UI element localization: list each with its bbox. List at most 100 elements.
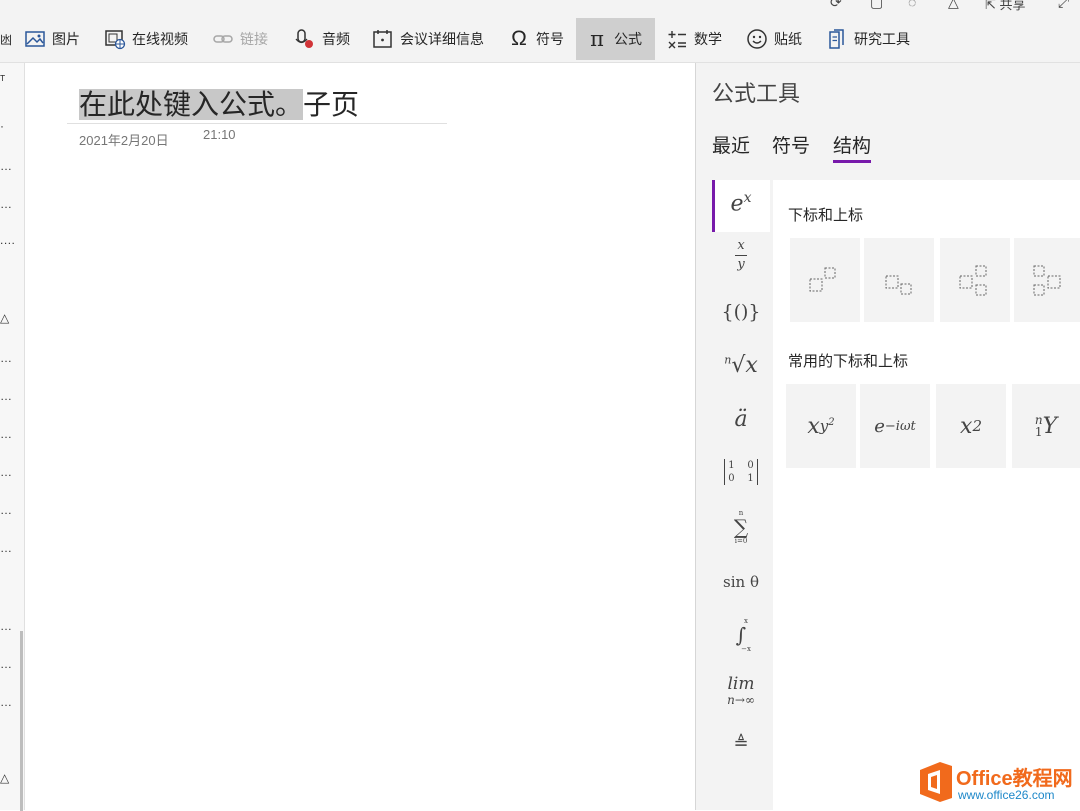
- fraction-denominator: y: [712, 258, 770, 272]
- common-script-e-iwt[interactable]: e−iωt: [860, 384, 930, 468]
- page-list-item[interactable]: …: [0, 465, 12, 479]
- page-list-item[interactable]: …: [0, 619, 12, 633]
- limit-text: lim: [712, 675, 770, 693]
- ribbon-link-label: 链接: [240, 29, 268, 49]
- page-list-item[interactable]: .…: [0, 233, 15, 247]
- ribbon-audio-button[interactable]: 音频: [294, 18, 350, 60]
- online-video-icon: [104, 28, 126, 50]
- page-list-item[interactable]: …: [0, 197, 12, 211]
- category-bracket[interactable]: {()}: [712, 301, 770, 331]
- page-list-item[interactable]: …: [0, 657, 12, 671]
- left-subsup-template-button[interactable]: [1014, 238, 1080, 322]
- picture-icon: [24, 28, 46, 50]
- page-list-item[interactable]: …: [0, 351, 12, 365]
- page-list-sidebar[interactable]: ᵀ · … … .… △ … … … … … … … … … △: [0, 63, 25, 810]
- ribbon-meeting-details-label: 会议详细信息: [400, 29, 484, 49]
- equation-placeholder[interactable]: 在此处键入公式。: [79, 89, 303, 120]
- page-list-item[interactable]: …: [0, 159, 12, 173]
- script-label: ex: [712, 190, 770, 216]
- ribbon-math-button[interactable]: 数学: [666, 18, 722, 60]
- common-script-x-y2[interactable]: xy2: [786, 384, 856, 468]
- note-canvas[interactable]: 在此处键入公式。子页 2021年2月20日 21:10: [25, 63, 695, 810]
- page-list-item[interactable]: ·: [0, 119, 4, 133]
- ribbon-equation-button[interactable]: π 公式: [576, 18, 655, 60]
- page-list-item[interactable]: …: [0, 427, 12, 441]
- category-accent[interactable]: ä: [712, 407, 770, 439]
- common-script-x2[interactable]: x2: [936, 384, 1006, 468]
- expand-icon[interactable]: ⤢: [1058, 0, 1069, 11]
- researcher-icon: [826, 28, 848, 50]
- section-title-sub-sup: 下标和上标: [788, 204, 863, 225]
- page-list-item[interactable]: …: [0, 541, 12, 555]
- superscript-template-icon: [790, 238, 860, 322]
- sort-icon[interactable]: ᵀ: [0, 73, 5, 87]
- common-script-n1Y[interactable]: n1Y: [1012, 384, 1080, 468]
- category-selected-marker: [712, 180, 715, 232]
- category-limit[interactable]: lim n→∞: [712, 675, 770, 715]
- category-fraction[interactable]: x y: [712, 239, 770, 283]
- ribbon-sticker-button[interactable]: 贴纸: [746, 18, 802, 60]
- matrix-cell: 1: [747, 473, 753, 484]
- category-integral[interactable]: x ∫ −x: [712, 617, 770, 657]
- page-list-item[interactable]: △: [0, 311, 9, 325]
- equation-tools-panel: 公式工具 最近 符号 结构 ex x y {()} n√x ä 1 0 0 1 …: [696, 63, 1080, 810]
- ribbon-picture-button[interactable]: 图片: [24, 18, 80, 60]
- watermark-name: Office教程网: [956, 762, 1073, 791]
- ribbon-online-video-button[interactable]: 在线视频: [104, 18, 188, 60]
- page-date: 2021年2月20日: [79, 130, 169, 149]
- category-radical[interactable]: n√x: [712, 353, 770, 387]
- category-script[interactable]: ex: [712, 180, 770, 232]
- title-bar-strip: ⟳ ▢ ◌ △ ⇱ 共享 ⤢: [0, 0, 1080, 16]
- category-large-operator[interactable]: n ∑ i=0: [712, 509, 770, 553]
- limit-subscript: n→∞: [712, 693, 770, 707]
- matrix-glyph: 1 0 0 1: [724, 459, 757, 485]
- ribbon-link-button[interactable]: 链接: [212, 18, 268, 60]
- category-function[interactable]: sin θ: [712, 573, 770, 597]
- ribbon-researcher-button[interactable]: 研究工具: [826, 18, 910, 60]
- tab-structures[interactable]: 结构: [833, 131, 871, 163]
- section-title-common: 常用的下标和上标: [788, 350, 908, 371]
- page-title[interactable]: 在此处键入公式。子页: [79, 83, 359, 123]
- expr-x2: x2: [936, 384, 1006, 468]
- panel-title: 公式工具: [712, 76, 800, 108]
- superscript-template-button[interactable]: [790, 238, 860, 322]
- ribbon-sticker-label: 贴纸: [774, 29, 802, 49]
- ribbon-symbol-button[interactable]: Ω 符号: [508, 18, 564, 60]
- subscript-template-icon: [864, 238, 934, 322]
- expr-base: x: [960, 414, 972, 439]
- copy-icon[interactable]: ▢: [870, 0, 883, 11]
- expr-sup: −iωt: [885, 419, 916, 434]
- watermark: Office教程网 www.office26.com: [912, 754, 1080, 810]
- page-list-item[interactable]: …: [0, 389, 12, 403]
- sticker-icon: [746, 28, 768, 50]
- sync-icon[interactable]: ⟳: [830, 0, 842, 11]
- matrix-cell: 0: [747, 460, 753, 471]
- share-label: 共享: [1000, 0, 1026, 12]
- expr-sub: y: [820, 417, 828, 435]
- lightbulb-icon[interactable]: ◌: [908, 0, 916, 10]
- tab-recent[interactable]: 最近: [712, 131, 750, 158]
- audio-icon: [294, 28, 316, 50]
- insert-ribbon: 凼 图片 在线视频 链接 音频 会议详细信息 Ω 符号 π 公式 数学 贴纸 研…: [0, 16, 1080, 63]
- subsup-template-button[interactable]: [940, 238, 1010, 322]
- bell-icon[interactable]: △: [948, 0, 959, 11]
- page-time: 21:10: [203, 127, 236, 142]
- meeting-details-icon: [372, 28, 394, 50]
- ribbon-researcher-label: 研究工具: [854, 29, 910, 49]
- ribbon-equation-label: 公式: [614, 29, 642, 49]
- category-matrix[interactable]: 1 0 0 1: [712, 459, 770, 495]
- ribbon-meeting-details-button[interactable]: 会议详细信息: [372, 18, 484, 60]
- page-list-item[interactable]: …: [0, 695, 12, 709]
- share-button[interactable]: ⇱ 共享: [985, 0, 1026, 13]
- category-operator[interactable]: ≜: [712, 733, 770, 761]
- expr-base: x: [807, 414, 819, 439]
- ribbon-picture-label: 图片: [52, 29, 80, 49]
- subscript-template-button[interactable]: [864, 238, 934, 322]
- page-title-text[interactable]: 子页: [303, 89, 359, 120]
- page-list-item[interactable]: …: [0, 503, 12, 517]
- page-list-scrollbar[interactable]: [20, 631, 23, 811]
- ribbon-item-cutoff[interactable]: 凼: [0, 18, 6, 60]
- radical-body: √x: [731, 353, 757, 378]
- page-list-item[interactable]: △: [0, 771, 9, 785]
- tab-symbols[interactable]: 符号: [772, 131, 810, 158]
